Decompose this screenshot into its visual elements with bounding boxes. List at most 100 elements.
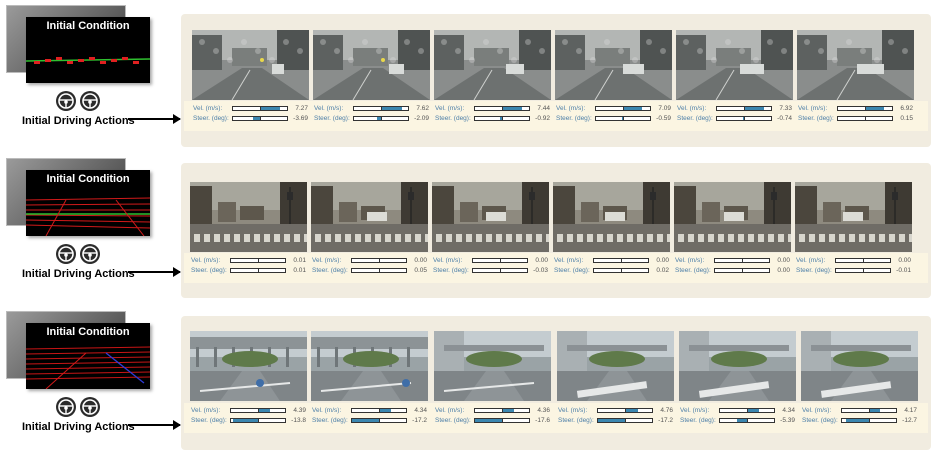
initial-condition-title: Initial Condition: [46, 326, 130, 338]
generated-frame: [679, 331, 796, 401]
velocity-label: Vel. (m/s):: [677, 105, 707, 112]
steering-bar-center: [260, 116, 261, 121]
steering-bar: [230, 418, 286, 423]
velocity-bar-center: [258, 258, 259, 263]
steering-line: Steer. (deg): -0.03: [432, 266, 549, 275]
steering-value: 0.02: [656, 267, 669, 274]
action-readout: Vel. (m/s): 0.00 Steer. (deg): 0.00: [674, 256, 791, 276]
row-arrow: [128, 114, 181, 124]
velocity-bar: [714, 258, 770, 263]
velocity-bar: [472, 258, 528, 263]
velocity-label: Vel. (m/s):: [802, 407, 832, 414]
velocity-label: Vel. (m/s):: [433, 257, 463, 264]
steering-bar-fill: [233, 419, 258, 422]
steering-line: Steer. (deg): -17.2: [557, 416, 674, 425]
generated-frame: [797, 30, 914, 100]
generated-frame: [557, 331, 674, 401]
initial-driving-actions-label: Initial Driving Actions: [22, 115, 135, 127]
velocity-bar-center: [500, 258, 501, 263]
velocity-line: Vel. (m/s): 6.92: [797, 104, 914, 113]
steering-line: Steer. (deg): -17.2: [311, 416, 428, 425]
steering-value: -3.69: [293, 115, 308, 122]
velocity-bar: [353, 106, 409, 111]
velocity-label: Vel. (m/s):: [554, 257, 584, 264]
steering-bar-center: [625, 418, 626, 423]
steering-label: Steer. (deg):: [312, 267, 348, 274]
steering-line: Steer. (deg): 0.05: [311, 266, 428, 275]
velocity-value: 0.00: [656, 257, 669, 264]
steering-wheel-icon: [56, 91, 76, 111]
steering-value: -0.92: [535, 115, 550, 122]
steering-bar-center: [742, 268, 743, 273]
velocity-bar-fill: [502, 107, 522, 110]
velocity-value: 4.76: [660, 407, 673, 414]
steering-value: 0.05: [414, 267, 427, 274]
steering-label: Steer. (deg):: [433, 267, 469, 274]
steering-bar-fill: [253, 117, 260, 120]
steering-value: -0.03: [533, 267, 548, 274]
steering-line: Steer. (deg): 0.01: [190, 266, 307, 275]
velocity-bar-fill: [260, 107, 280, 110]
steering-bar-center: [258, 418, 259, 423]
velocity-line: Vel. (m/s): 4.34: [679, 406, 796, 415]
steering-bar: [716, 116, 772, 121]
steering-line: Steer. (deg): -2.09: [313, 114, 430, 123]
velocity-bar-fill: [865, 107, 884, 110]
steering-bar-center: [865, 116, 866, 121]
initial-condition-title: Initial Condition: [46, 173, 130, 185]
velocity-line: Vel. (m/s): 7.33: [676, 104, 793, 113]
velocity-bar-fill: [869, 409, 881, 412]
steering-label: Steer. (deg):: [558, 417, 594, 424]
steering-bar-fill: [475, 419, 502, 422]
velocity-bar-center: [625, 408, 626, 413]
steering-value: -5.39: [780, 417, 795, 424]
velocity-bar: [835, 258, 891, 263]
steering-wheel-icon: [80, 91, 100, 111]
velocity-line: Vel. (m/s): 0.00: [674, 256, 791, 265]
generated-frame: [434, 331, 551, 401]
steering-bar: [230, 268, 286, 273]
velocity-bar-center: [381, 106, 382, 111]
steering-bar: [472, 268, 528, 273]
steering-line: Steer. (deg): -0.74: [676, 114, 793, 123]
velocity-value: 0.00: [777, 257, 790, 264]
steering-bar: [837, 116, 893, 121]
steering-label: Steer. (deg):: [435, 417, 471, 424]
velocity-bar-center: [742, 258, 743, 263]
steering-value: 0.00: [777, 267, 790, 274]
steering-label: Steer. (deg):: [802, 417, 838, 424]
velocity-bar-center: [623, 106, 624, 111]
action-readout: Vel. (m/s): 4.17 Steer. (deg): -12.7: [801, 406, 918, 426]
velocity-bar: [230, 408, 286, 413]
steering-value: -2.09: [414, 115, 429, 122]
initial-condition-frame: Initial Condition: [26, 17, 150, 83]
generated-frame: [190, 331, 307, 401]
velocity-line: Vel. (m/s): 7.09: [555, 104, 672, 113]
velocity-label: Vel. (m/s):: [796, 257, 826, 264]
steering-bar-center: [502, 418, 503, 423]
velocity-bar-fill: [744, 107, 764, 110]
velocity-line: Vel. (m/s): 7.27: [192, 104, 309, 113]
generated-frame: [801, 331, 918, 401]
steering-bar: [351, 268, 407, 273]
steering-bar-center: [621, 268, 622, 273]
velocity-label: Vel. (m/s):: [798, 105, 828, 112]
action-readout: Vel. (m/s): 7.33 Steer. (deg): -0.74: [676, 104, 793, 124]
velocity-line: Vel. (m/s): 0.00: [311, 256, 428, 265]
velocity-bar-center: [379, 408, 380, 413]
velocity-value: 7.09: [658, 105, 671, 112]
steering-value: 0.01: [293, 267, 306, 274]
steering-line: Steer. (deg): -3.69: [192, 114, 309, 123]
steering-label: Steer. (deg):: [680, 417, 716, 424]
velocity-bar-fill: [502, 409, 514, 412]
steering-value: -0.59: [656, 115, 671, 122]
action-readout: Vel. (m/s): 0.00 Steer. (deg): 0.05: [311, 256, 428, 276]
velocity-line: Vel. (m/s): 0.01: [190, 256, 307, 265]
action-readout: Vel. (m/s): 0.00 Steer. (deg): -0.03: [432, 256, 549, 276]
velocity-label: Vel. (m/s):: [556, 105, 586, 112]
steering-wheel-icon: [80, 397, 100, 417]
steering-label: Steer. (deg):: [193, 115, 229, 122]
velocity-bar: [837, 106, 893, 111]
steering-line: Steer. (deg): -17.6: [434, 416, 551, 425]
steering-bar-fill: [598, 419, 625, 422]
